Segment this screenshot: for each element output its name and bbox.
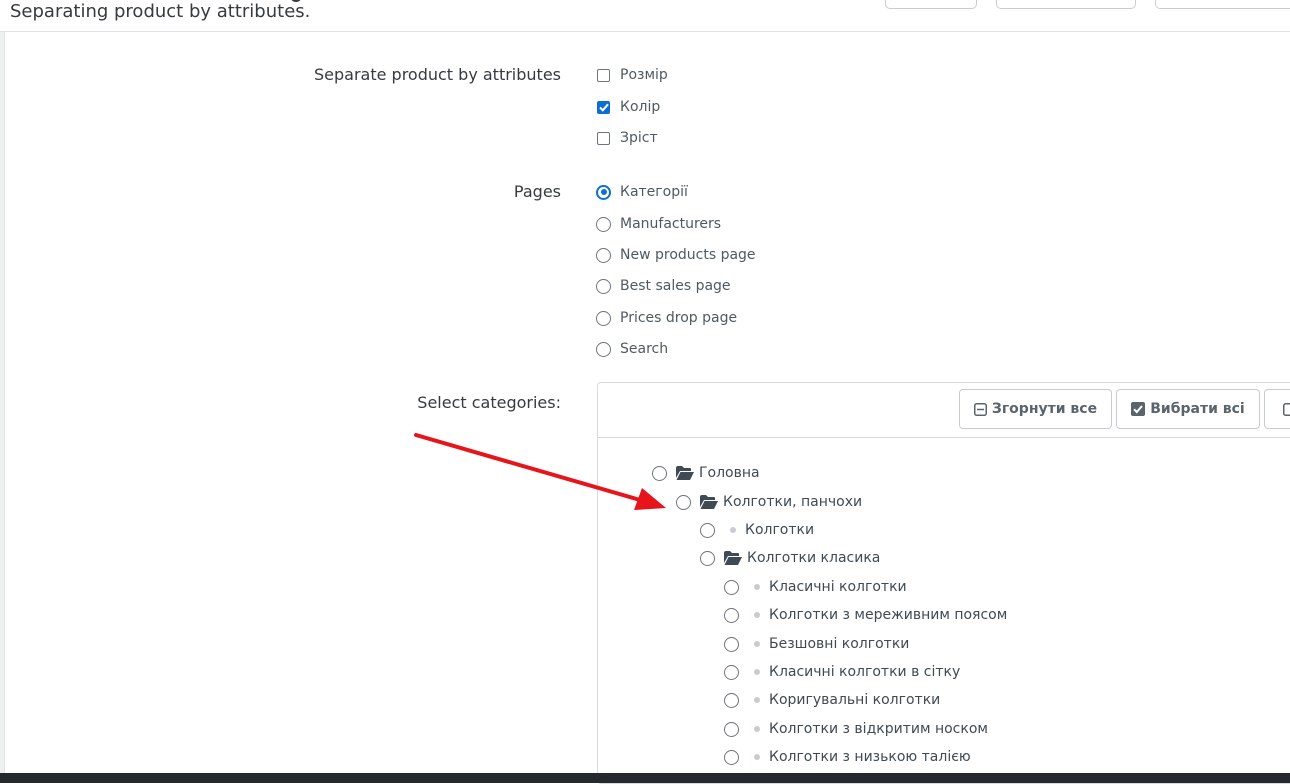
- tree-node-label: Колготки, панчохи: [723, 494, 863, 510]
- page-option-label: Категорії: [620, 184, 688, 200]
- select-categories-label: Select categories:: [417, 393, 561, 412]
- tree-radio[interactable]: [724, 636, 739, 652]
- tree-node-label: Класичні колготки в сітку: [769, 664, 961, 680]
- tree-node[interactable]: Колготки, панчохи: [676, 491, 862, 513]
- bullet-icon: [754, 669, 760, 675]
- attribute-option-label: Колір: [620, 99, 661, 115]
- bullet-icon: [754, 612, 760, 618]
- page-option-categories[interactable]: Категорії: [596, 182, 688, 202]
- bullet-icon: [754, 697, 760, 703]
- bullet-icon: [730, 527, 736, 533]
- collapse-all-label: Згорнути все: [991, 401, 1098, 417]
- tree-radio[interactable]: [652, 465, 667, 481]
- page-option-best-sales[interactable]: Best sales page: [596, 276, 731, 296]
- attribute-option-color[interactable]: Колір: [597, 97, 660, 117]
- folder-open-icon: [724, 551, 742, 565]
- checkbox[interactable]: [597, 68, 610, 82]
- radio-selected[interactable]: [596, 184, 611, 200]
- tree-radio[interactable]: [724, 607, 739, 623]
- separate-attributes-label: Separate product by attributes: [313, 65, 561, 84]
- attribute-option-label: Зріст: [620, 130, 658, 146]
- page-option-label: New products page: [620, 247, 756, 263]
- bottom-bar: [0, 773, 1290, 783]
- tree-node-label: Колготки класика: [747, 550, 881, 566]
- uncheck-all-button[interactable]: [1264, 389, 1290, 429]
- attribute-option-height[interactable]: Зріст: [597, 128, 658, 148]
- square-icon: [1283, 402, 1290, 416]
- bullet-icon: [754, 641, 760, 647]
- toolbar-button-1[interactable]: [885, 0, 977, 9]
- pages-label: Pages: [513, 182, 561, 201]
- tree-node[interactable]: Колготки з низькою талією: [724, 746, 971, 768]
- bullet-icon: [754, 726, 760, 732]
- page-option-label: Search: [620, 341, 669, 357]
- checkbox-checked[interactable]: [597, 100, 610, 114]
- toolbar-button-2[interactable]: [996, 0, 1136, 9]
- tree-radio[interactable]: [724, 692, 739, 708]
- page-option-new-products[interactable]: New products page: [596, 245, 756, 265]
- tree-node-label: Колготки з відкритим носком: [769, 721, 988, 737]
- tree-node-label: Безшовні колготки: [769, 636, 910, 652]
- bullet-icon: [754, 584, 760, 590]
- radio[interactable]: [596, 216, 611, 232]
- tree-toolbar: Згорнути все Вибрати всі: [598, 383, 1290, 438]
- left-sidebar-border: [4, 32, 5, 773]
- page-option-label: Manufacturers: [620, 216, 722, 232]
- tree-node-label: Колготки: [745, 522, 815, 538]
- folder-open-icon: [700, 495, 718, 509]
- select-all-button[interactable]: Вибрати всі: [1116, 389, 1260, 429]
- page-option-prices-drop[interactable]: Prices drop page: [596, 308, 738, 328]
- page-option-manufacturers[interactable]: Manufacturers: [596, 214, 722, 234]
- tree-node[interactable]: Коригувальні колготки: [724, 689, 940, 711]
- radio[interactable]: [596, 278, 611, 294]
- folder-open-icon: [676, 466, 694, 480]
- tree-node[interactable]: Колготки: [700, 519, 814, 541]
- minus-square-icon: [973, 402, 987, 416]
- tree-radio[interactable]: [700, 522, 715, 538]
- tree-radio[interactable]: [700, 550, 715, 566]
- tree-radio[interactable]: [676, 494, 691, 510]
- page-header: Separating product by attributes.: [0, 0, 1290, 32]
- tree-radio[interactable]: [724, 721, 739, 737]
- tree-node-label: Класичні колготки: [769, 579, 907, 595]
- page-option-label: Best sales page: [620, 278, 731, 294]
- tree-node[interactable]: Головна: [652, 462, 760, 484]
- tree-node[interactable]: Класичні колготки: [724, 576, 907, 598]
- tree-node[interactable]: Колготки з мереживним поясом: [724, 604, 1007, 626]
- check-square-icon: [1131, 402, 1146, 416]
- page-subtitle: Separating product by attributes.: [10, 1, 311, 22]
- tree-radio[interactable]: [724, 664, 739, 680]
- checkbox[interactable]: [597, 131, 610, 145]
- bullet-icon: [754, 754, 760, 760]
- toolbar-button-3[interactable]: [1155, 0, 1290, 9]
- page-option-search[interactable]: Search: [596, 339, 669, 359]
- radio[interactable]: [596, 310, 611, 326]
- tree-node[interactable]: Колготки з відкритим носком: [724, 718, 988, 740]
- attribute-option-label: Розмір: [620, 67, 668, 83]
- tree-node-label: Колготки з низькою талією: [769, 749, 971, 765]
- collapse-all-button[interactable]: Згорнути все: [959, 389, 1112, 429]
- tree-node-label: Колготки з мереживним поясом: [769, 607, 1008, 623]
- tree-node-label: Коригувальні колготки: [769, 692, 941, 708]
- attribute-option-size[interactable]: Розмір: [597, 65, 668, 85]
- tree-radio[interactable]: [724, 749, 739, 765]
- radio[interactable]: [596, 247, 611, 263]
- select-all-label: Вибрати всі: [1150, 401, 1245, 417]
- tree-node[interactable]: Безшовні колготки: [724, 633, 909, 655]
- page-option-label: Prices drop page: [620, 310, 738, 326]
- tree-node-label: Головна: [699, 465, 760, 481]
- tree-node[interactable]: Класичні колготки в сітку: [724, 661, 960, 683]
- tree-radio[interactable]: [724, 579, 739, 595]
- radio[interactable]: [596, 341, 611, 357]
- tree-node[interactable]: Колготки класика: [700, 547, 880, 569]
